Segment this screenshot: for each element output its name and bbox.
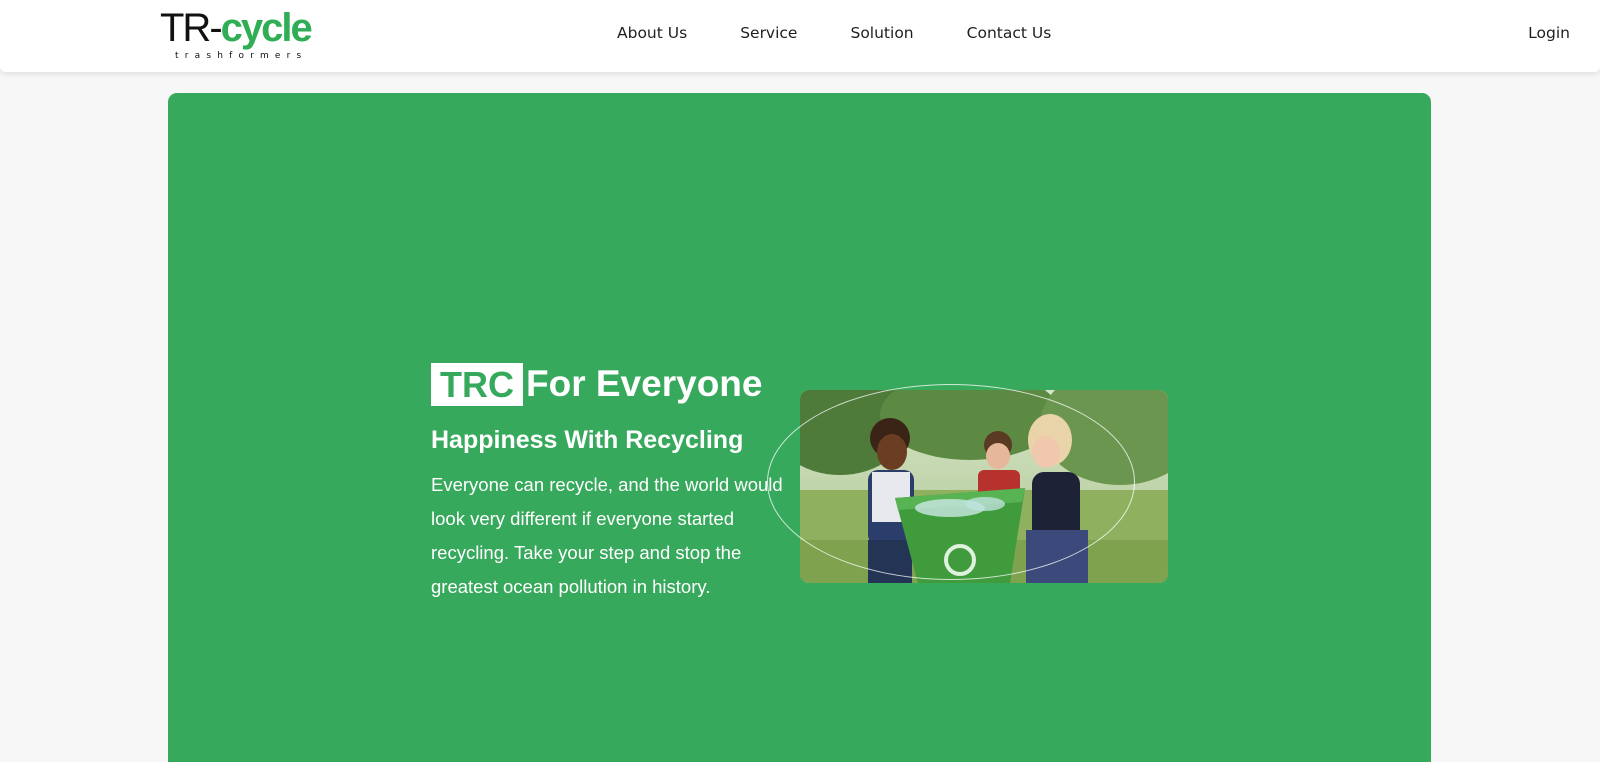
hero-text-block: TRC For Everyone Happiness With Recyclin…	[431, 362, 801, 604]
hero-title: TRC For Everyone	[431, 362, 801, 406]
hero-title-text: For Everyone	[526, 363, 763, 404]
hero-section: TRC For Everyone Happiness With Recyclin…	[168, 93, 1431, 762]
hero-image-wrapper	[767, 384, 1168, 583]
hero-description: Everyone can recycle, and the world woul…	[431, 474, 783, 597]
hero-subtitle: Happiness With Recycling	[431, 426, 744, 454]
nav-link-about-us[interactable]: About Us	[617, 24, 687, 42]
nav-link-contact-us[interactable]: Contact Us	[967, 24, 1052, 42]
logo-tagline: trashformers	[175, 51, 308, 61]
logo-text-tr: TR-	[160, 6, 223, 50]
logo-wordmark: TR-cycle	[160, 6, 313, 50]
top-navbar: TR-cycle trashformers About Us Service S…	[0, 0, 1600, 72]
nav-link-solution[interactable]: Solution	[850, 24, 913, 42]
decorative-ellipse	[767, 384, 1135, 580]
main-nav: About Us Service Solution Contact Us	[617, 0, 1104, 66]
trc-badge: TRC	[431, 362, 523, 406]
nav-link-service[interactable]: Service	[740, 24, 797, 42]
logo-text-cycle: cycle	[220, 6, 313, 50]
brand-logo[interactable]: TR-cycle trashformers	[160, 6, 313, 64]
login-link[interactable]: Login	[1528, 0, 1570, 66]
